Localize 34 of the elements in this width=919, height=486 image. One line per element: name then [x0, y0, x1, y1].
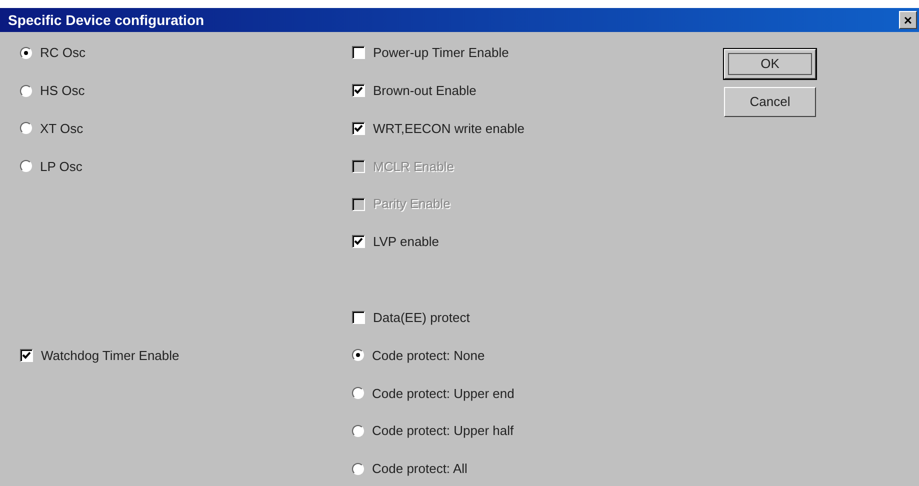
option-label: Watchdog Timer Enable	[41, 346, 180, 365]
radio-button[interactable]	[352, 349, 364, 362]
radio-button[interactable]	[20, 122, 32, 134]
checkbox[interactable]	[352, 84, 365, 98]
option-label: Brown-out Enable	[373, 82, 476, 100]
cancel-button[interactable]: Cancel	[724, 87, 816, 117]
option-label: LP Osc	[40, 158, 82, 176]
option-label: RC Osc	[40, 44, 86, 62]
radio-button[interactable]	[20, 84, 32, 97]
checkbox[interactable]	[352, 46, 365, 60]
checkbox[interactable]	[352, 122, 365, 135]
option-label: MCLR Enable	[373, 158, 454, 176]
radio-button[interactable]	[352, 387, 364, 400]
window-title: Specific Device configuration	[8, 10, 204, 30]
radio-button[interactable]	[20, 46, 32, 59]
radio-button[interactable]	[352, 462, 364, 475]
option-label: Code protect: All	[372, 460, 468, 478]
checkbox[interactable]	[352, 235, 365, 248]
close-button[interactable]: ×	[899, 11, 917, 29]
ok-button[interactable]: OK	[724, 49, 816, 79]
option-label: Code protect: Upper half	[372, 422, 514, 440]
radio-button[interactable]	[20, 160, 32, 172]
option-label: Code protect: None	[372, 346, 485, 365]
checkbox[interactable]	[20, 348, 33, 362]
option-label: Data(EE) protect	[373, 308, 470, 327]
option-label: XT Osc	[40, 120, 84, 138]
checkbox[interactable]	[352, 311, 365, 324]
option-label: WRT,EECON write enable	[373, 120, 524, 138]
radio-button[interactable]	[352, 425, 364, 438]
option-label: Parity Enable	[373, 195, 450, 214]
option-label: LVP enable	[373, 233, 440, 252]
option-label: HS Osc	[40, 82, 85, 100]
option-label: Code protect: Upper end	[372, 384, 514, 403]
option-label: Power-up Timer Enable	[373, 44, 509, 62]
